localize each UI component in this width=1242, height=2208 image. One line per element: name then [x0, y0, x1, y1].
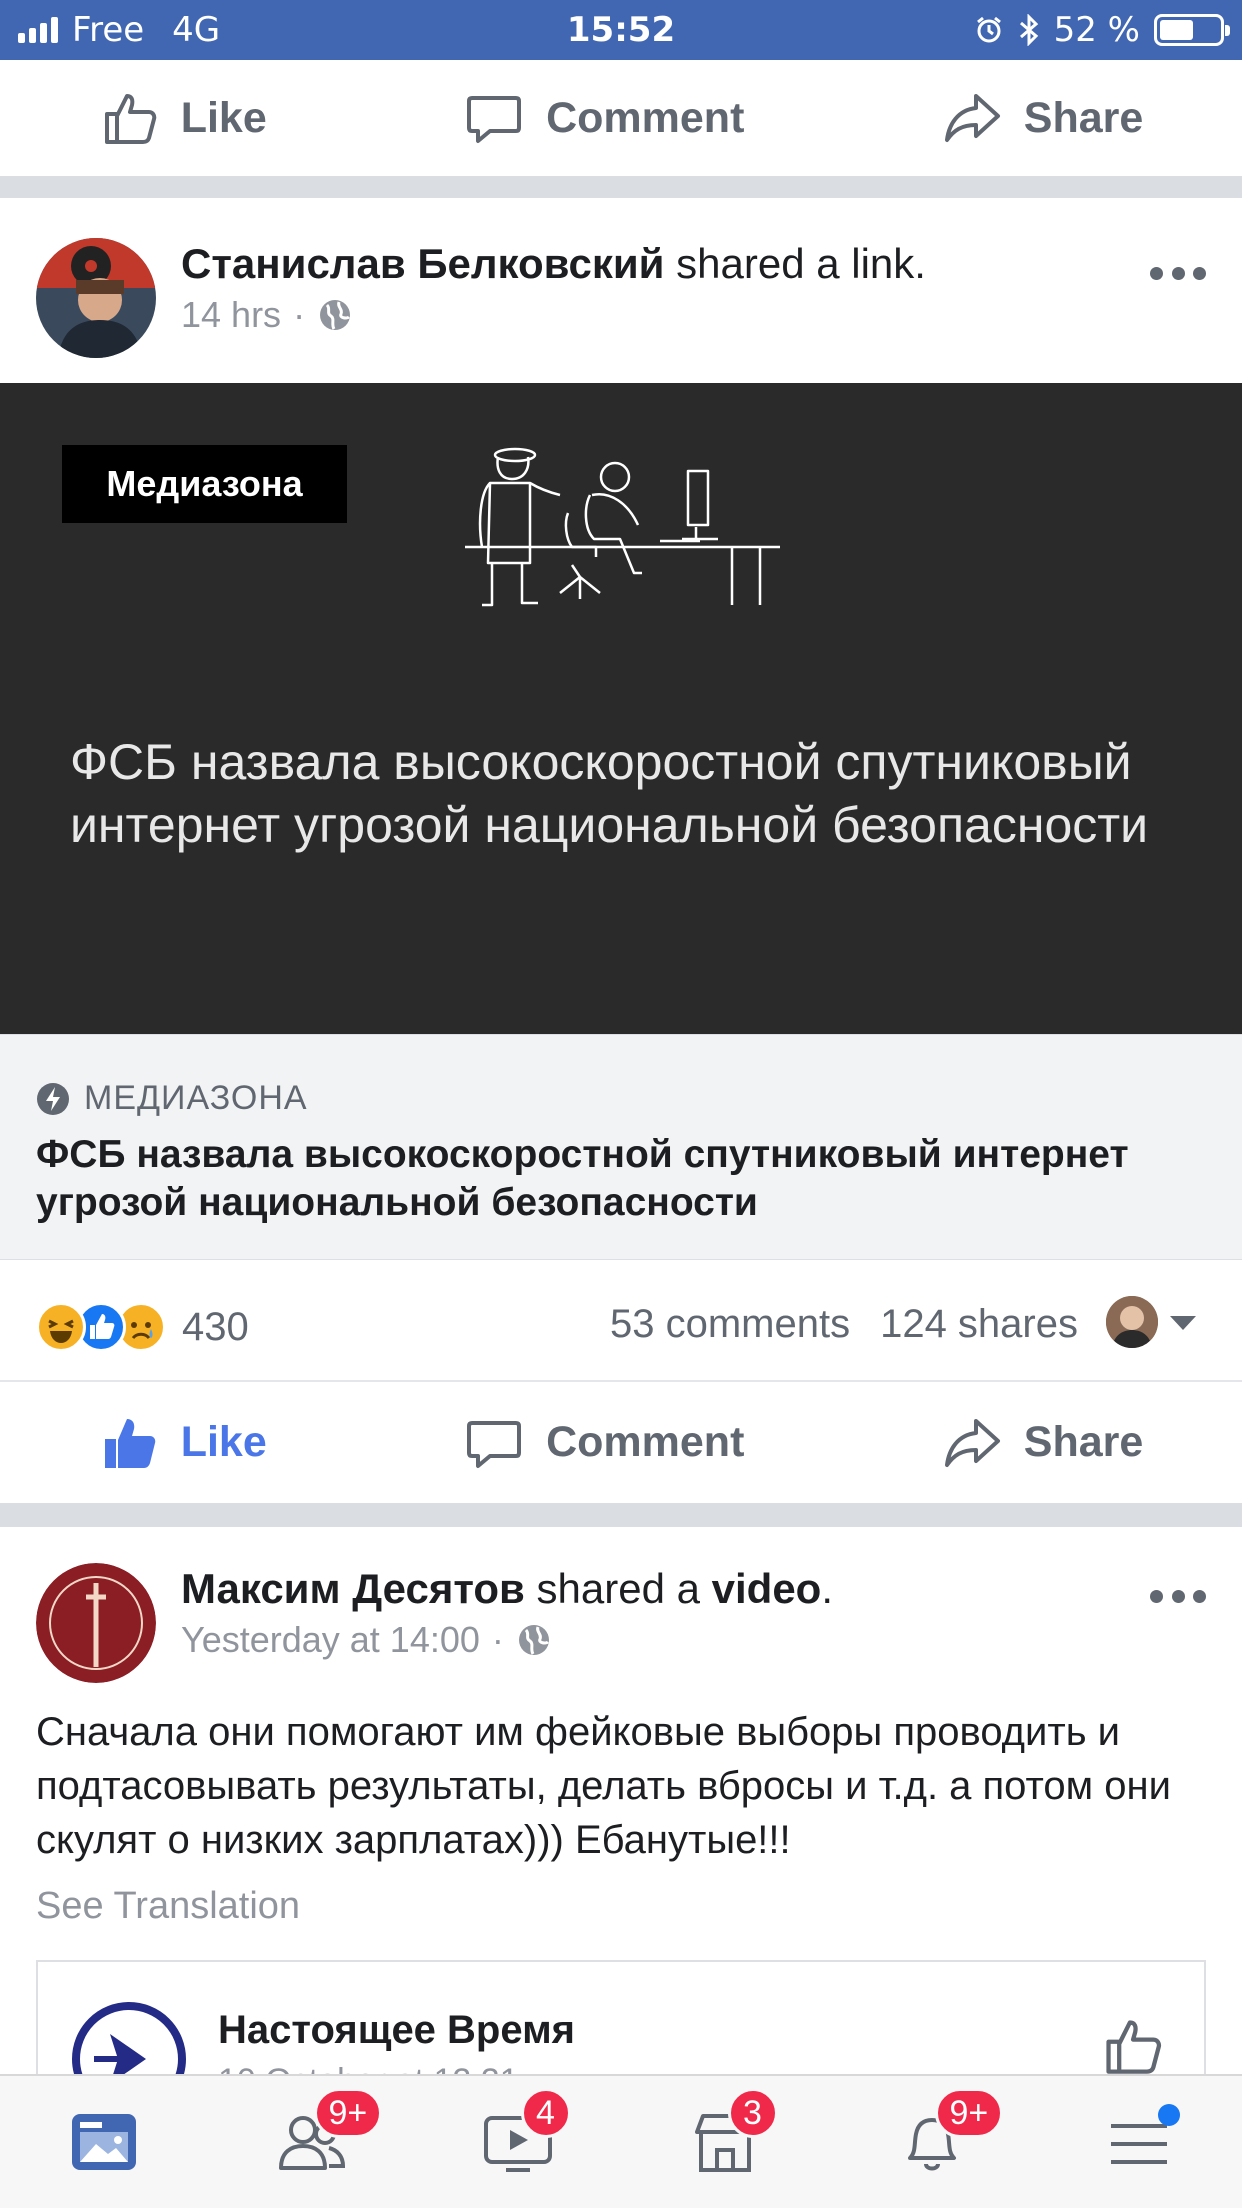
- post-time[interactable]: Yesterday at 14:00: [181, 1619, 480, 1661]
- globe-icon: [518, 1625, 549, 1655]
- post-action-text: shared a: [524, 1565, 712, 1612]
- share-label: Share: [1023, 1418, 1144, 1466]
- shared-video-card[interactable]: Настоящее Время 10 October at 12:21: [36, 1960, 1206, 2074]
- share-icon: [944, 1418, 1000, 1467]
- more-options-button[interactable]: [1150, 258, 1206, 288]
- post-actions: Like Comment Share: [0, 1382, 1242, 1503]
- comment-label: Comment: [546, 93, 745, 142]
- link-title[interactable]: ФСБ назвала высокоскоростной спутниковый…: [36, 1131, 1206, 1227]
- watch-badge: 4: [520, 2088, 571, 2138]
- post-card: Станислав Белковский shared a link. 14 h…: [0, 198, 1242, 1503]
- link-source: МЕДИАЗОНА: [36, 1079, 308, 1118]
- comment-label: Comment: [546, 1418, 745, 1466]
- post-meta: 14 hrs ·: [181, 294, 353, 336]
- tab-menu[interactable]: [1084, 2092, 1194, 2192]
- comment-icon: [467, 1420, 522, 1468]
- globe-icon: [320, 300, 351, 330]
- comment-button[interactable]: Comment: [464, 1413, 744, 1473]
- bluetooth-icon: [1019, 14, 1038, 46]
- instant-article-icon: [37, 1082, 69, 1115]
- author-name[interactable]: Станислав Белковский: [181, 240, 664, 287]
- reactions-bar: 430 53 comments 124 shares: [0, 1260, 1242, 1382]
- chevron-down-icon[interactable]: [1170, 1316, 1196, 1330]
- link-caption[interactable]: МЕДИАЗОНА ФСБ назвала высокоскоростной с…: [0, 1034, 1242, 1260]
- thumbs-up-icon: [104, 94, 156, 144]
- post-action-text: shared a link.: [664, 240, 926, 287]
- post-card: Максим Десятов shared a video. Yesterday…: [0, 1527, 1242, 2074]
- meta-separator: ·: [293, 294, 306, 335]
- page-avatar[interactable]: [72, 2002, 186, 2074]
- tab-news-feed[interactable]: [49, 2092, 159, 2192]
- illustration-officer-at-computer: [465, 447, 780, 607]
- haha-reaction-icon: [36, 1302, 86, 1352]
- comment-button[interactable]: Comment: [464, 88, 744, 148]
- post-time[interactable]: 14 hrs: [181, 294, 281, 336]
- reaction-count[interactable]: 430: [182, 1305, 249, 1350]
- tab-marketplace[interactable]: 3: [670, 2088, 780, 2192]
- like-button[interactable]: Like: [99, 1413, 267, 1473]
- shared-post-time: 10 October at 12:21: [218, 2062, 519, 2074]
- post-header: Станислав Белковский shared a link. 14 h…: [0, 198, 1242, 385]
- link-preview-image[interactable]: Медиазона ФСБ назвала высокоскоростной с…: [0, 383, 1242, 1034]
- more-options-button[interactable]: [1150, 1581, 1206, 1611]
- thumbs-up-filled-icon: [104, 1418, 155, 1468]
- tab-notifications[interactable]: 9+: [877, 2088, 1004, 2192]
- tab-friends[interactable]: 9+: [256, 2088, 383, 2192]
- author-avatar[interactable]: [36, 238, 156, 358]
- link-source-label: МЕДИАЗОНА: [84, 1079, 308, 1117]
- author-name[interactable]: Максим Десятов: [181, 1565, 525, 1612]
- alarm-icon: [976, 16, 1001, 43]
- shares-count[interactable]: 124 shares: [880, 1302, 1078, 1347]
- notifications-badge: 9+: [934, 2088, 1004, 2138]
- thumbs-up-icon[interactable]: [1100, 2014, 1164, 2074]
- share-button[interactable]: Share: [942, 1413, 1144, 1473]
- shared-object-link[interactable]: video: [712, 1565, 822, 1612]
- see-translation-link[interactable]: See Translation: [36, 1885, 300, 1928]
- meta-separator: ·: [491, 1619, 504, 1660]
- like-button[interactable]: Like: [99, 88, 267, 148]
- like-label: Like: [180, 93, 267, 142]
- menu-notification-dot: [1157, 2104, 1180, 2126]
- page-name[interactable]: Настоящее Время: [218, 2008, 575, 2053]
- marketplace-badge: 3: [727, 2088, 778, 2138]
- post-meta: Yesterday at 14:00 ·: [181, 1619, 552, 1661]
- share-label: Share: [1023, 93, 1144, 142]
- like-label: Like: [180, 1418, 267, 1466]
- viewer-avatar[interactable]: [1106, 1296, 1158, 1348]
- tab-bar: 9+ 4 3 9+: [0, 2074, 1242, 2208]
- brand-logo: Медиазона: [62, 445, 347, 523]
- previous-post-actions: Like Comment Share: [0, 60, 1242, 176]
- share-icon: [944, 94, 1000, 142]
- battery-percent: 52 %: [1053, 10, 1140, 50]
- status-bar: Free 4G 15:52 52 %: [0, 0, 1242, 60]
- share-button[interactable]: Share: [942, 88, 1144, 148]
- news-feed-icon: [71, 2114, 136, 2170]
- tab-watch[interactable]: 4: [463, 2088, 573, 2192]
- post-text: Сначала они помогают им фейковые выборы …: [36, 1710, 1171, 1862]
- author-avatar[interactable]: [36, 1563, 156, 1683]
- battery-icon: [1154, 14, 1230, 46]
- comments-count[interactable]: 53 comments: [610, 1302, 850, 1347]
- friends-badge: 9+: [313, 2088, 383, 2138]
- image-headline: ФСБ назвала высокоскоростной спутниковый…: [70, 734, 1149, 853]
- comment-icon: [467, 96, 522, 143]
